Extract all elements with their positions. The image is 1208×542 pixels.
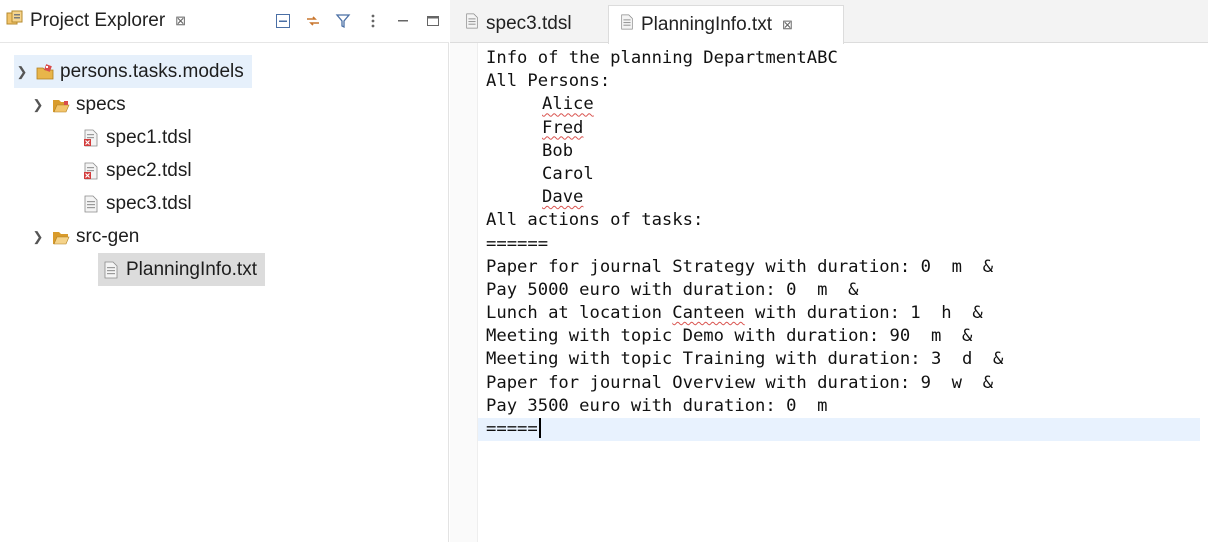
text-editor[interactable]: Info of the planning DepartmentABC All P… — [478, 47, 1206, 442]
project-icon — [36, 63, 54, 81]
text-line: Bob — [542, 140, 574, 161]
tree-item-label: specs — [76, 93, 126, 115]
text-line: Meeting with topic Demo with duration: 9… — [486, 326, 973, 347]
text-line: Meeting with topic Training with duratio… — [486, 349, 1004, 370]
text-line: Paper for journal Strategy with duration… — [486, 256, 994, 277]
tree-item-label: persons.tasks.models — [60, 60, 244, 82]
editor-tabbar: spec3.tdsl PlanningInfo.txt ⊠ — [450, 0, 1208, 44]
text-line: Pay 5000 euro with duration: 0 m & — [486, 279, 859, 300]
text-line: Lunch at location Canteen with duration:… — [486, 302, 1206, 325]
tab-spec3[interactable]: spec3.tdsl — [454, 5, 604, 43]
tree-item-spec1[interactable]: spec1.tdsl — [82, 121, 192, 154]
text-file-icon — [102, 261, 120, 279]
text-segment: with duration: 1 h & — [744, 303, 983, 324]
text-file-icon — [619, 13, 635, 37]
tree-item-label: spec2.tdsl — [106, 159, 192, 181]
editor-gutter — [450, 43, 478, 542]
tree-item-spec3[interactable]: spec3.tdsl — [82, 187, 192, 220]
text-line: Paper for journal Overview with duration… — [486, 372, 994, 393]
spell-error-word: Dave — [542, 187, 584, 208]
tdsl-file-error-icon — [82, 162, 100, 180]
link-with-editor-icon[interactable] — [305, 13, 321, 29]
text-line: Fred — [486, 117, 1206, 140]
text-file-icon — [464, 12, 480, 36]
project-explorer-icon — [6, 9, 24, 33]
tree-item-label: PlanningInfo.txt — [126, 258, 257, 280]
minimize-icon[interactable] — [395, 13, 411, 29]
close-tab-icon[interactable]: ⊠ — [175, 13, 186, 29]
editor-area: spec3.tdsl PlanningInfo.txt ⊠ Info of th… — [450, 0, 1208, 542]
chevron-down-icon[interactable]: ❯ — [14, 64, 30, 80]
tree-item-srcgen-folder[interactable]: ❯ src-gen — [30, 220, 140, 253]
folder-open-icon — [52, 96, 70, 114]
text-line: Pay 3500 euro with duration: 0 m — [486, 395, 828, 416]
tree-item-label: spec3.tdsl — [106, 192, 192, 214]
tree-item-label: spec1.tdsl — [106, 126, 192, 148]
collapse-all-icon[interactable] — [275, 13, 291, 29]
text-line: ====== — [486, 233, 549, 254]
text-line: Alice — [486, 93, 1206, 116]
text-line: Info of the planning DepartmentABC — [486, 48, 838, 68]
text-segment: ===== — [486, 419, 538, 439]
spell-error-word: Canteen — [672, 303, 745, 324]
chevron-down-icon[interactable]: ❯ — [30, 97, 46, 113]
tree-item-project[interactable]: ❯ persons.tasks.models — [14, 55, 252, 88]
text-segment: Lunch at location — [486, 303, 673, 324]
tab-planninginfo[interactable]: PlanningInfo.txt ⊠ — [608, 5, 844, 44]
tab-label: spec3.tdsl — [486, 13, 572, 34]
tree-item-label: src-gen — [76, 225, 140, 247]
text-line: Dave — [486, 186, 1206, 209]
current-line: ===== — [478, 418, 1200, 442]
text-cursor — [538, 418, 541, 438]
text-line: All Persons: — [486, 71, 611, 92]
chevron-down-icon[interactable]: ❯ — [30, 229, 46, 245]
project-explorer-title: Project Explorer — [30, 10, 166, 31]
project-explorer-tabbar: Project Explorer ⊠ — [0, 0, 449, 43]
project-explorer-view: Project Explorer ⊠ ❯ persons.tasks.model… — [0, 0, 449, 542]
project-explorer-tab[interactable]: Project Explorer ⊠ — [6, 6, 234, 36]
explorer-toolbar — [275, 8, 441, 34]
tab-label: PlanningInfo.txt — [641, 14, 772, 35]
tree-item-spec2[interactable]: spec2.tdsl — [82, 154, 192, 187]
tree-item-planninginfo[interactable]: PlanningInfo.txt — [98, 253, 265, 286]
tree-item-specs-folder[interactable]: ❯ specs — [30, 88, 126, 121]
spell-error-word: Alice — [542, 94, 594, 115]
text-line: Carol — [542, 163, 594, 184]
view-menu-icon[interactable] — [365, 13, 381, 29]
tdsl-file-error-icon — [82, 129, 100, 147]
folder-open-icon — [52, 228, 70, 246]
spell-error-word: Fred — [542, 117, 584, 138]
maximize-icon[interactable] — [425, 13, 441, 29]
close-tab-icon[interactable]: ⊠ — [782, 17, 793, 33]
text-file-icon — [82, 195, 100, 213]
text-line: All actions of tasks: — [486, 210, 704, 231]
filter-icon[interactable] — [335, 13, 351, 29]
